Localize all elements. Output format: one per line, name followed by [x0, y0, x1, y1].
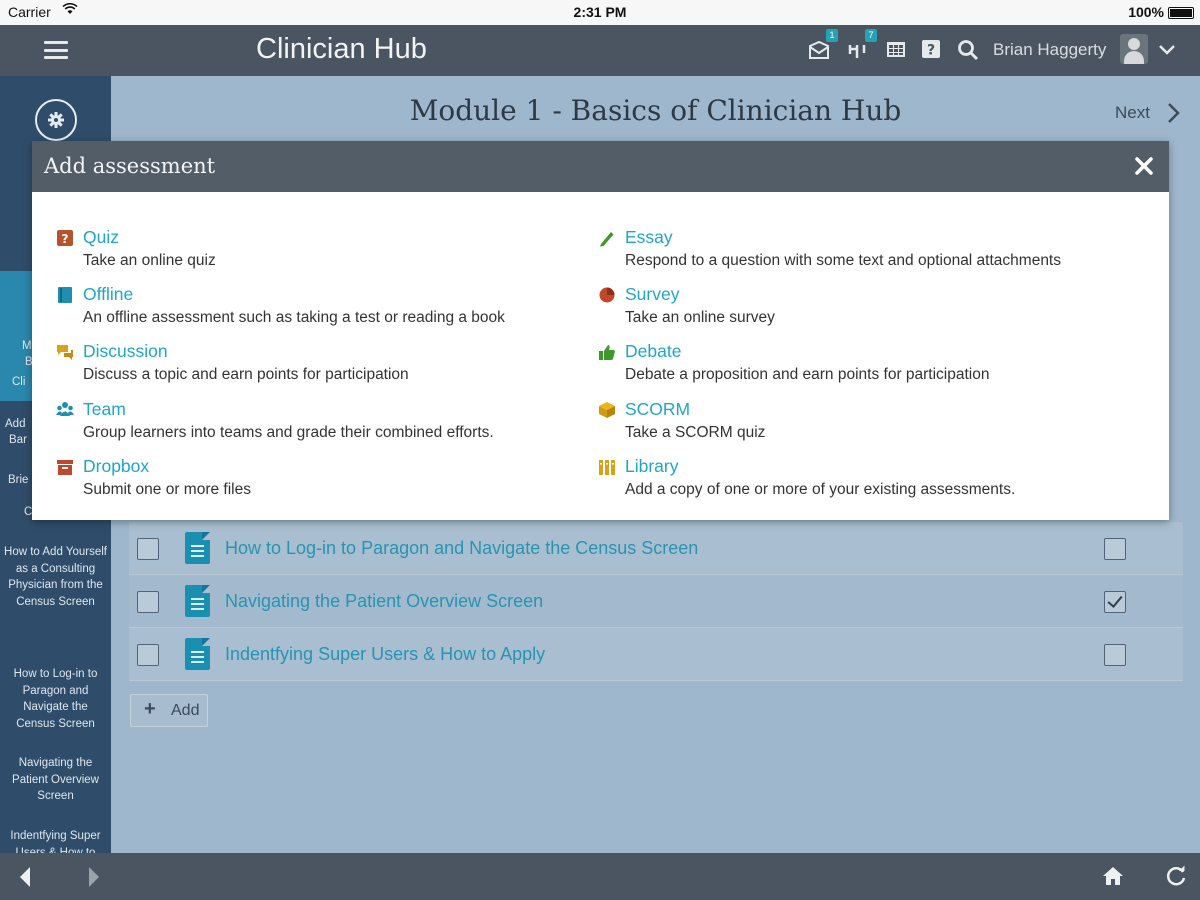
option-description: An offline assessment such as taking a t…: [83, 309, 505, 326]
chat-bubbles-icon: [56, 343, 74, 361]
row-select-checkbox[interactable]: [137, 644, 159, 666]
option-description: Take an online survey: [625, 309, 775, 326]
option-description: Add a copy of one or more of your existi…: [625, 481, 1016, 498]
svg-text:?: ?: [62, 232, 69, 246]
book-icon: [56, 286, 74, 304]
home-icon[interactable]: [1102, 866, 1124, 890]
sidebar-fragment: Cli: [12, 376, 26, 388]
page-title: Module 1 - Basics of Clinician Hub: [409, 94, 902, 127]
sidebar-fragment: Brie: [8, 474, 29, 486]
calendar-grid-icon[interactable]: [886, 39, 908, 61]
help-icon[interactable]: ?: [921, 39, 943, 61]
pencil-icon: [598, 229, 616, 247]
bottom-toolbar: [0, 853, 1200, 900]
option-description: Take an online quiz: [83, 252, 216, 269]
option-name[interactable]: Debate: [625, 341, 681, 362]
quiz-icon: ?: [56, 229, 74, 247]
option-description: Group learners into teams and grade thei…: [83, 424, 494, 441]
thumbs-up-icon: [598, 343, 616, 361]
alerts-badge: 7: [865, 29, 877, 42]
sidebar-item-add-consulting-physician[interactable]: How to Add Yourself as a Consulting Phys…: [4, 544, 107, 610]
completed-checkbox[interactable]: [1104, 538, 1126, 560]
modal-header: Add assessment: [32, 141, 1169, 192]
option-description: Take a SCORM quiz: [625, 424, 766, 441]
search-icon[interactable]: [957, 39, 979, 61]
close-icon[interactable]: [1133, 155, 1155, 177]
option-description: Discuss a topic and earn points for part…: [83, 366, 409, 383]
sidebar-item-login-paragon[interactable]: How to Log-in to Paragon and Navigate th…: [4, 666, 107, 732]
refresh-icon[interactable]: [1165, 865, 1187, 891]
chevron-right-icon[interactable]: [1166, 101, 1182, 129]
option-name[interactable]: Team: [83, 399, 126, 420]
battery-icon: [1168, 7, 1194, 19]
clock: 2:31 PM: [573, 4, 627, 20]
sidebar-item-patient-overview[interactable]: Navigating the Patient Overview Screen: [4, 755, 107, 805]
chevron-down-icon[interactable]: [1158, 42, 1176, 61]
team-icon: [56, 401, 74, 419]
alerts-icon[interactable]: 7: [847, 29, 877, 61]
lesson-title-link[interactable]: How to Log-in to Paragon and Navigate th…: [225, 538, 698, 559]
table-row[interactable]: Navigating the Patient Overview Screen: [129, 575, 1183, 628]
option-description: Debate a proposition and earn points for…: [625, 366, 990, 383]
dropbox-icon: [56, 458, 74, 476]
option-description: Respond to a question with some text and…: [625, 252, 1061, 269]
avatar[interactable]: [1120, 34, 1148, 64]
plus-icon: +: [144, 698, 156, 720]
table-row[interactable]: How to Log-in to Paragon and Navigate th…: [129, 522, 1183, 575]
inbox-icon[interactable]: 1: [808, 29, 838, 61]
option-name[interactable]: Discussion: [83, 341, 168, 362]
document-icon: [185, 585, 210, 617]
sidebar-item-super-users[interactable]: Indentfying Super Users & How to Apply: [4, 828, 107, 853]
lesson-list: How to Log-in to Paragon and Navigate th…: [129, 522, 1183, 681]
top-nav-bar: Clinician Hub 1 7 ? Brian Haggerty: [0, 25, 1200, 76]
sidebar-fragment: M: [22, 340, 32, 352]
pie-chart-icon: [598, 286, 616, 304]
lesson-title-link[interactable]: Indentfying Super Users & How to Apply: [225, 644, 545, 665]
add-assessment-modal: Add assessment ? Quiz Take an online qui…: [32, 141, 1169, 520]
next-link[interactable]: Next: [1115, 103, 1150, 123]
menu-icon[interactable]: [44, 41, 68, 59]
option-name[interactable]: Survey: [625, 284, 679, 305]
sidebar-fragment: Add: [5, 418, 26, 430]
back-arrow-icon[interactable]: [17, 865, 33, 893]
battery-percent: 100%: [1128, 4, 1164, 20]
library-icon: [598, 458, 616, 476]
user-name[interactable]: Brian Haggerty: [993, 40, 1106, 60]
option-name[interactable]: SCORM: [625, 399, 690, 420]
inbox-badge: 1: [826, 29, 838, 42]
table-row[interactable]: Indentfying Super Users & How to Apply: [129, 628, 1183, 681]
modal-title: Add assessment: [44, 154, 216, 178]
sidebar-fragment: Bar: [9, 434, 27, 446]
row-select-checkbox[interactable]: [137, 591, 159, 613]
document-icon: [185, 532, 210, 564]
ios-status-bar: Carrier 2:31 PM 100%: [0, 0, 1200, 25]
option-name[interactable]: Essay: [625, 227, 673, 248]
forward-arrow-icon[interactable]: [86, 865, 102, 893]
lesson-title-link[interactable]: Navigating the Patient Overview Screen: [225, 591, 543, 612]
app-title: Clinician Hub: [256, 33, 427, 65]
row-select-checkbox[interactable]: [137, 538, 159, 560]
add-button-label: Add: [171, 702, 200, 719]
settings-button[interactable]: [35, 99, 77, 141]
option-name[interactable]: Library: [625, 456, 679, 477]
completed-checkbox[interactable]: [1104, 644, 1126, 666]
option-name[interactable]: Quiz: [83, 227, 119, 248]
add-button[interactable]: + Add: [130, 694, 208, 727]
svg-text:?: ?: [927, 43, 935, 59]
option-name[interactable]: Offline: [83, 284, 133, 305]
completed-checkbox[interactable]: [1104, 591, 1126, 613]
option-name[interactable]: Dropbox: [83, 456, 149, 477]
option-description: Submit one or more files: [83, 481, 251, 498]
cube-icon: [598, 401, 616, 419]
document-icon: [185, 638, 210, 670]
